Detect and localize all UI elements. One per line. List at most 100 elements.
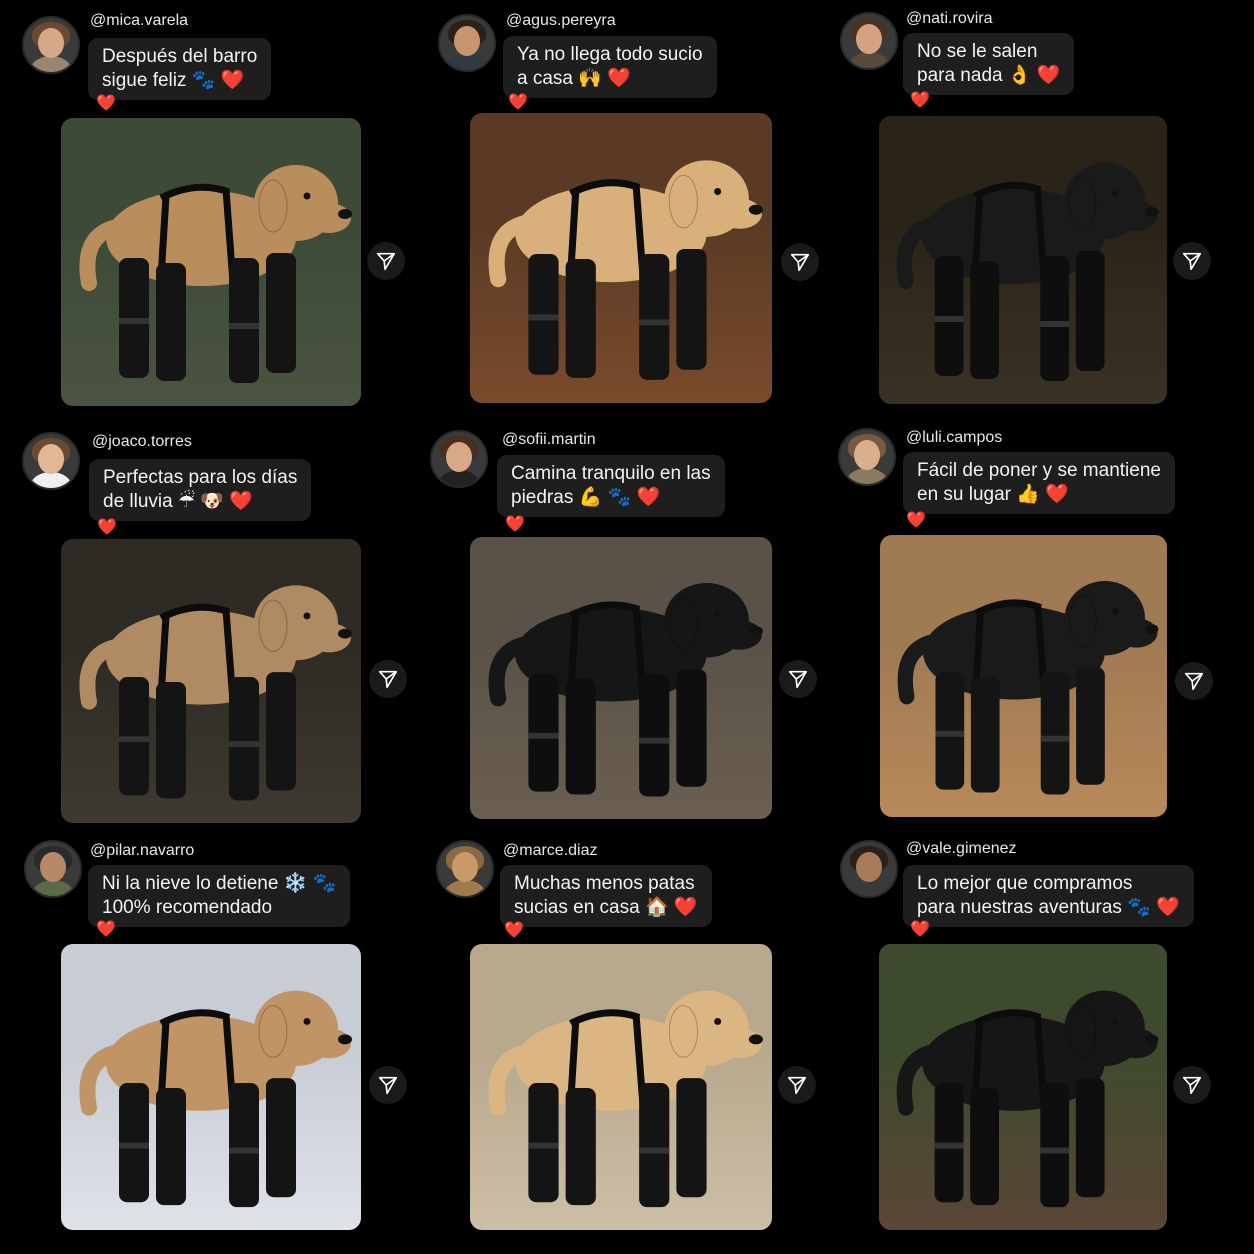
boot-front-left [229, 1083, 259, 1208]
avatar[interactable] [22, 432, 80, 490]
send-button[interactable] [779, 660, 817, 698]
boot-back-right [565, 678, 596, 795]
boot-front-left [639, 674, 670, 797]
boot-back-right [156, 263, 186, 381]
comment-bubble: Perfectas para los días de lluvia ☔ 🐶 ❤️ [89, 459, 312, 521]
boot-strap [1040, 1147, 1070, 1154]
boot-front-left [229, 677, 259, 801]
send-button[interactable] [1173, 1066, 1211, 1104]
comment-bubble: No se le salen para nada 👌 ❤️ [903, 33, 1075, 95]
send-button[interactable] [1175, 662, 1213, 700]
avatar-shoulders [438, 470, 480, 486]
comment-line: Fácil de poner y se mantiene [917, 460, 1161, 481]
comment-line: sigue feliz 🐾 ❤️ [102, 70, 245, 91]
boot-front-right [1075, 1078, 1105, 1198]
avatar[interactable] [436, 840, 494, 898]
username-handle[interactable]: @nati.rovira [906, 10, 993, 28]
send-button[interactable] [369, 1066, 407, 1104]
boot-back-right [156, 681, 186, 799]
avatar-shoulders [32, 880, 74, 896]
dog-nose [748, 204, 763, 215]
comment-line: para nuestras aventuras 🐾 ❤️ [917, 897, 1180, 918]
dog-ear [258, 1005, 288, 1058]
dog-ear [668, 174, 699, 229]
boot-front-right [676, 1078, 707, 1198]
comment-line: Muchas menos patas [514, 873, 695, 894]
avatar[interactable] [438, 14, 496, 72]
hands-fastening-dog-boot-photo[interactable] [880, 535, 1167, 817]
send-button[interactable] [367, 242, 405, 280]
avatar[interactable] [22, 16, 80, 74]
dog-ear [668, 1005, 699, 1058]
labrador-on-tile-floor-photo[interactable] [470, 944, 772, 1230]
dog-eye [714, 188, 722, 196]
heart-reaction: ❤️ [96, 921, 116, 938]
avatar[interactable] [430, 430, 488, 488]
send-button[interactable] [781, 243, 819, 281]
comment-line: 100% recomendado [102, 897, 273, 918]
username-handle[interactable]: @sofii.martin [502, 431, 596, 449]
border-collie-night-rain-photo[interactable] [879, 116, 1167, 404]
avatar[interactable] [24, 840, 82, 898]
dog-ear [1068, 177, 1097, 231]
golden-dog-in-snow-photo[interactable] [61, 944, 361, 1230]
username-handle[interactable]: @vale.gimenez [906, 840, 1017, 858]
comment-line: Perfectas para los días [103, 467, 298, 488]
comment-line: en su lugar 👍 ❤️ [917, 484, 1069, 505]
labrador-on-wood-floor-photo[interactable] [470, 113, 772, 403]
boot-strap [934, 316, 964, 322]
username-handle[interactable]: @mica.varela [90, 12, 188, 30]
comment-line: para nada 👌 ❤️ [917, 65, 1061, 86]
boot-back-left [935, 672, 965, 790]
send-button[interactable] [778, 1066, 816, 1104]
comment-bubble: Camina tranquilo en las piedras 💪 🐾 ❤️ [497, 455, 725, 517]
send-icon [378, 1076, 398, 1095]
boot-strap [528, 1142, 559, 1149]
send-button[interactable] [1173, 242, 1211, 280]
avatar-face [446, 442, 472, 472]
comment-line: Ni la nieve lo detiene ❄️ 🐾 [102, 873, 337, 894]
dog-eye [1111, 607, 1119, 615]
boot-front-left [1040, 1083, 1070, 1208]
send-icon [1184, 672, 1204, 691]
comment-line: piedras 💪 🐾 ❤️ [511, 487, 661, 508]
avatar-face [38, 444, 64, 474]
boot-front-left [639, 253, 670, 380]
avatar[interactable] [840, 840, 898, 898]
heart-reaction: ❤️ [96, 95, 116, 112]
dog-nose [338, 628, 352, 639]
boot-strap [119, 1142, 149, 1149]
username-handle[interactable]: @pilar.navarro [90, 842, 194, 860]
avatar[interactable] [840, 12, 898, 70]
avatar-shoulders [848, 52, 890, 68]
boot-back-right [970, 676, 1000, 793]
avatar[interactable] [838, 428, 896, 486]
boot-front-right [266, 1078, 296, 1198]
comment-bubble: Ni la nieve lo detiene ❄️ 🐾 100% recomend… [88, 865, 351, 927]
dog-nose [748, 626, 763, 636]
golden-dog-in-mud-photo[interactable] [61, 118, 361, 406]
heart-reaction: ❤️ [910, 92, 930, 109]
border-collie-on-stones-photo[interactable] [470, 537, 772, 819]
dog-nose [1144, 1034, 1159, 1045]
dog-nose [338, 209, 352, 219]
golden-dog-in-rain-puddle-photo[interactable] [61, 539, 361, 823]
boot-front-left [1040, 672, 1070, 795]
dog-eye [303, 1017, 311, 1025]
send-button[interactable] [369, 660, 407, 698]
username-handle[interactable]: @marce.diaz [503, 842, 598, 860]
boot-front-left [1040, 256, 1070, 381]
boot-strap [119, 318, 149, 324]
heart-reaction: ❤️ [910, 921, 930, 938]
avatar-face [40, 852, 66, 882]
dog-illustration [488, 160, 763, 380]
username-handle[interactable]: @agus.pereyra [506, 12, 616, 30]
username-handle[interactable]: @luli.campos [906, 429, 1002, 447]
dog-tail [488, 1045, 531, 1116]
send-icon [788, 670, 808, 689]
avatar-shoulders [846, 468, 888, 484]
dog-on-forest-trail-photo[interactable] [879, 944, 1167, 1230]
username-handle[interactable]: @joaco.torres [92, 433, 192, 451]
avatar-shoulders [444, 880, 486, 896]
boot-back-right [565, 1087, 596, 1206]
